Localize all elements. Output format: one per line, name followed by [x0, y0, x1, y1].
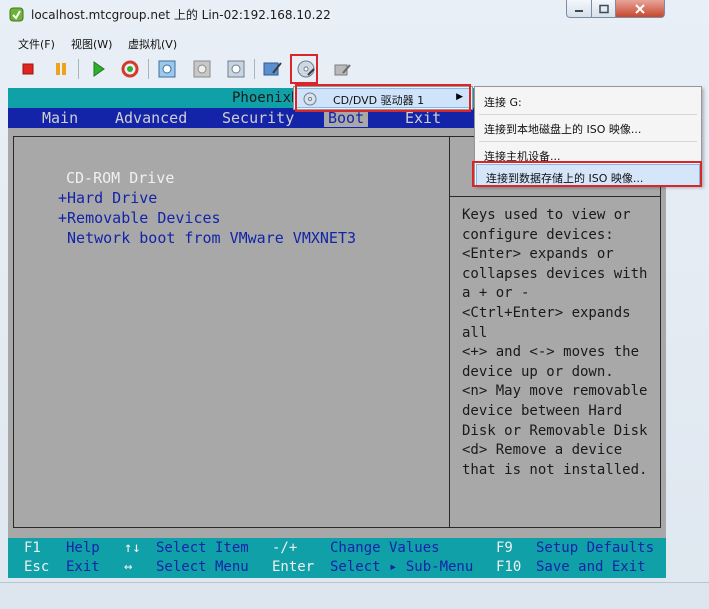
menu-separator [479, 141, 697, 142]
help-line: a + or - [462, 285, 530, 302]
edit-settings-icon[interactable] [261, 57, 285, 81]
help-line: device up or down. [462, 363, 614, 380]
boot-item-removable[interactable]: +Removable Devices [58, 208, 356, 228]
help-line: all [462, 324, 488, 341]
footer-f1: F1 [24, 540, 41, 556]
close-button[interactable] [615, 0, 665, 18]
bios-help-panel: Keys used to view or configure devices: … [462, 206, 658, 480]
minimize-button[interactable] [566, 0, 592, 18]
menu-item-connect-local-iso[interactable]: 连接到本地磁盘上的 ISO 映像... [475, 116, 701, 138]
menu-vm[interactable]: 虚拟机(V) [128, 36, 177, 52]
help-line: configure devices: [462, 226, 614, 243]
help-line: <+> and <-> moves the [462, 344, 640, 361]
footer-leftright-desc: Select Menu [156, 559, 249, 575]
footer-leftright: ↔ [124, 559, 133, 575]
toolbar [12, 55, 652, 87]
annotation-highlight-cd-menu [295, 84, 471, 112]
footer-plusminus-desc: Change Values [330, 540, 440, 556]
tab-main[interactable]: Main [42, 109, 78, 127]
help-line: collapses devices with [462, 265, 648, 282]
help-line: <Ctrl+Enter> expands [462, 304, 631, 321]
floppy-icon[interactable] [330, 57, 354, 81]
maximize-button[interactable] [591, 0, 616, 18]
annotation-highlight-datastore-iso [472, 161, 702, 187]
toolbar-separator [78, 59, 79, 79]
toolbar-separator [148, 59, 149, 79]
menu-file[interactable]: 文件(F) [18, 36, 55, 52]
menu-item-connect-g[interactable]: 连接 G: [475, 89, 701, 111]
footer-f9: F9 [496, 540, 513, 556]
help-line: Disk or Removable Disk [462, 422, 648, 439]
annotation-highlight-cd-button [290, 54, 318, 84]
footer-esc: Esc [24, 559, 50, 575]
help-line: <Enter> expands or [462, 246, 614, 263]
menu-separator [479, 114, 697, 115]
play-icon[interactable] [86, 57, 110, 81]
help-line: that is not installed. [462, 461, 648, 478]
footer-enter-desc: Select ▸ Sub-Menu [330, 559, 474, 575]
revert-snapshot-icon[interactable] [190, 57, 214, 81]
vm-console-window: localhost.mtcgroup.net 上的 Lin-02:192.168… [0, 0, 709, 609]
help-line: <d> Remove a device [462, 442, 623, 459]
boot-item-network[interactable]: Network boot from VMware VMXNET3 [58, 228, 356, 248]
pause-icon[interactable] [49, 57, 73, 81]
vsphere-app-icon [9, 7, 24, 22]
toolbar-separator [254, 59, 255, 79]
close-icon [635, 3, 645, 14]
footer-esc-desc: Exit [66, 559, 100, 575]
boot-item-cdrom[interactable]: CD-ROM Drive [58, 168, 356, 188]
manage-snapshot-icon[interactable] [224, 57, 248, 81]
window-title: localhost.mtcgroup.net 上的 Lin-02:192.168… [31, 8, 331, 22]
footer-enter: Enter [272, 559, 315, 575]
footer-f9-desc: Setup Defaults [536, 540, 655, 556]
footer-f1-desc: Help [66, 540, 100, 556]
tab-advanced[interactable]: Advanced [115, 109, 187, 127]
menu-view[interactable]: 视图(W) [71, 36, 112, 52]
reset-icon[interactable] [118, 57, 142, 81]
footer-updown-desc: Select Item [156, 540, 249, 556]
minimize-icon [575, 9, 583, 12]
bios-help-divider [449, 196, 661, 197]
help-line: <n> May move removable [462, 383, 648, 400]
tab-security[interactable]: Security [222, 109, 294, 127]
help-line: Keys used to view or [462, 207, 631, 223]
title-bar: localhost.mtcgroup.net 上的 Lin-02:192.168… [0, 0, 709, 30]
footer-f10: F10 [496, 559, 522, 575]
footer-updown: ↑↓ [124, 540, 141, 556]
status-bar [0, 582, 709, 609]
boot-order-list: CD-ROM Drive +Hard Drive +Removable Devi… [58, 168, 356, 248]
stop-icon[interactable] [16, 57, 40, 81]
help-line: device between Hard [462, 402, 623, 419]
bios-divider [449, 136, 450, 528]
bios-footer: F1 Help ↑↓ Select Item -/+ Change Values… [8, 538, 666, 578]
footer-f10-desc: Save and Exit [536, 559, 646, 575]
snapshot-icon[interactable] [155, 57, 179, 81]
footer-plusminus: -/+ [272, 540, 298, 556]
maximize-icon [598, 4, 609, 13]
boot-item-hard-drive[interactable]: +Hard Drive [58, 188, 356, 208]
